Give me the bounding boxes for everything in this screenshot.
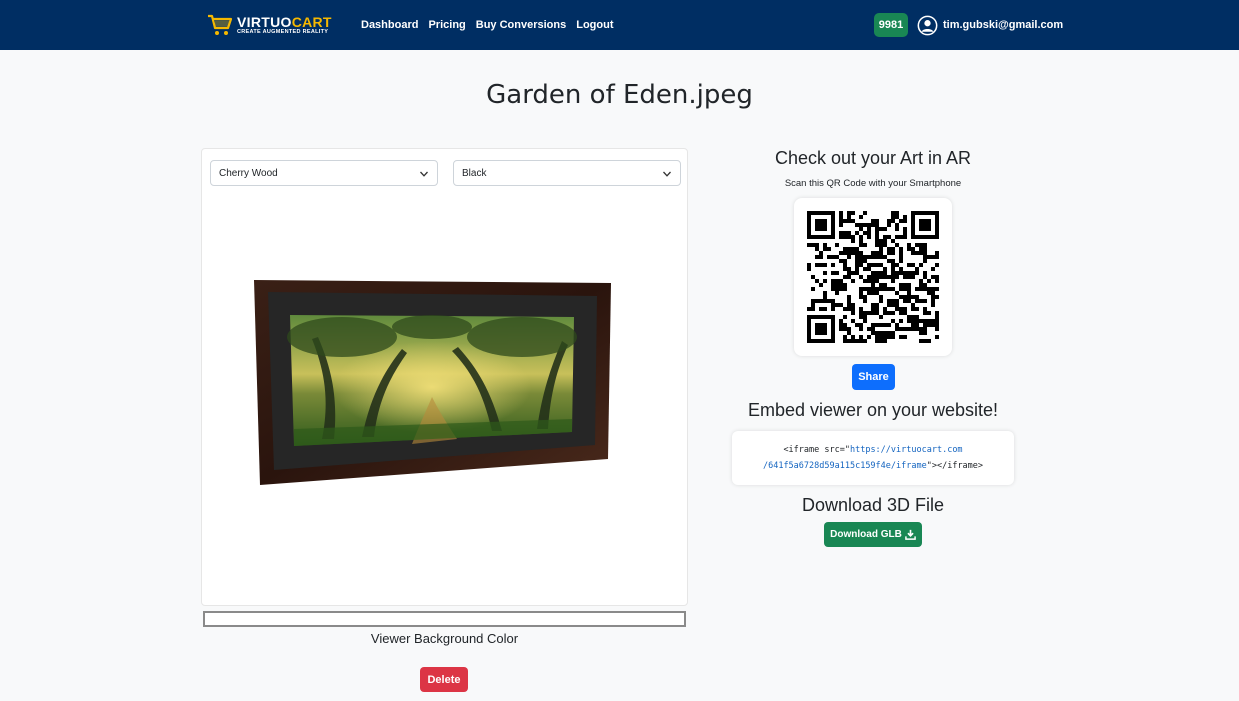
chevron-down-icon	[663, 171, 671, 177]
mat-select[interactable]: Black	[453, 160, 681, 186]
ar-heading: Check out your Art in AR	[774, 148, 972, 168]
download-glb-label: Download GLB	[830, 529, 902, 540]
embed-url-line-2: /641f5a6728d59a115c159f4e/iframe	[762, 461, 927, 471]
share-button[interactable]: Share	[852, 364, 895, 390]
nav-links: Dashboard Pricing Buy Conversions Logout	[361, 0, 624, 50]
embed-code-line-2: /641f5a6728d59a115c159f4e/iframe"></ifra…	[732, 458, 1014, 474]
download-glb-button[interactable]: Download GLB	[824, 522, 922, 547]
nav-link-dashboard[interactable]: Dashboard	[361, 19, 418, 31]
brand-name: VIRTUOCART	[237, 15, 332, 29]
brand-name-part2: CART	[291, 13, 332, 30]
credits-badge: 9981	[874, 13, 908, 37]
embed-code-suffix: "></iframe>	[926, 461, 984, 471]
qr-code	[807, 211, 939, 343]
page-title: Garden of Eden.jpeg	[486, 80, 753, 110]
download-heading: Download 3D File	[801, 495, 945, 515]
embed-code-line-1: <iframe src="https://virtuocart.com	[732, 442, 1014, 458]
3d-viewer-card[interactable]: Cherry Wood Black	[201, 148, 688, 606]
user-email: tim.gubski@gmail.com	[943, 19, 1064, 31]
viewer-background-color-label: Viewer Background Color	[370, 631, 519, 646]
frame-select-value: Cherry Wood	[219, 167, 278, 179]
embed-code-prefix: <iframe src="	[783, 445, 850, 455]
embed-code-box[interactable]: <iframe src="https://virtuocart.com /641…	[732, 431, 1014, 485]
nav-link-buy-conversions[interactable]: Buy Conversions	[476, 19, 566, 31]
user-account[interactable]: tim.gubski@gmail.com	[917, 14, 1063, 36]
brand-tagline: CREATE AUGMENTED REALITY	[237, 28, 329, 35]
framed-artwork-3d-model[interactable]	[252, 279, 612, 489]
chevron-down-icon	[420, 171, 428, 177]
viewer-background-color-picker[interactable]	[203, 611, 686, 627]
embed-url-line-1: https://virtuocart.com	[849, 445, 963, 455]
delete-button[interactable]: Delete	[420, 667, 468, 692]
brand-logo[interactable]: VIRTUOCART CREATE AUGMENTED REALITY	[207, 12, 332, 38]
mat-select-value: Black	[462, 167, 487, 179]
top-navbar: VIRTUOCART CREATE AUGMENTED REALITY Dash…	[0, 0, 1239, 50]
shopping-cart-icon	[208, 14, 233, 35]
nav-link-pricing[interactable]: Pricing	[428, 19, 465, 31]
nav-link-logout[interactable]: Logout	[576, 19, 613, 31]
embed-heading: Embed viewer on your website!	[747, 400, 999, 420]
brand-name-part1: VIRTUO	[237, 13, 292, 30]
frame-select[interactable]: Cherry Wood	[210, 160, 438, 186]
user-circle-icon	[917, 15, 938, 35]
qr-code-card	[794, 198, 952, 356]
ar-subheading: Scan this QR Code with your Smartphone	[784, 178, 962, 189]
download-icon	[905, 529, 916, 540]
